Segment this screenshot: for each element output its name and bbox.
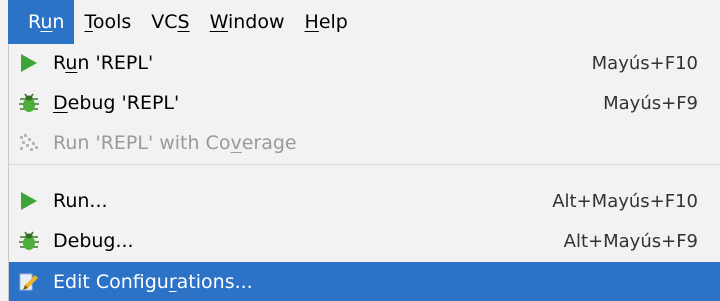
run-icon (17, 189, 41, 213)
debug-icon (17, 91, 41, 115)
menu-item-label: Run 'REPL' with Coverage (53, 132, 297, 154)
debug-icon (17, 229, 41, 253)
menu-help[interactable]: Help (295, 0, 358, 44)
run-icon (17, 51, 41, 75)
menu-item-run-repl[interactable]: Run 'REPL' Mayús+F10 (9, 44, 720, 82)
menu-tools[interactable]: Tools (74, 0, 141, 44)
edit-configurations-icon (17, 270, 41, 294)
menu-item-run[interactable]: Run... Alt+Mayús+F10 (9, 182, 720, 220)
menu-separator (9, 164, 720, 165)
run-menu-dropdown: Run 'REPL' Mayús+F10 Debug 'REPL' Mayús+… (8, 44, 720, 301)
coverage-icon (17, 131, 41, 155)
menu-item-label: Edit Configurations... (53, 270, 253, 293)
menu-item-label: Debug 'REPL' (53, 92, 180, 114)
menu-item-shortcut: Mayús+F10 (591, 52, 698, 74)
menu-bar: Run Tools VCS Window Help (0, 0, 720, 44)
menu-window[interactable]: Window (200, 0, 295, 44)
menu-vcs[interactable]: VCS (141, 0, 199, 44)
menu-run[interactable]: Run (8, 0, 75, 44)
menu-item-label: Run 'REPL' (53, 52, 154, 74)
menu-item-run-with-coverage[interactable]: Run 'REPL' with Coverage (9, 124, 720, 162)
menu-item-debug-repl[interactable]: Debug 'REPL' Mayús+F9 (9, 84, 720, 122)
menu-item-shortcut: Mayús+F9 (603, 92, 698, 114)
menu-item-shortcut: Alt+Mayús+F9 (563, 230, 698, 252)
menu-item-shortcut: Alt+Mayús+F10 (552, 190, 698, 212)
menu-item-label: Debug... (53, 230, 134, 252)
menu-item-label: Run... (53, 190, 108, 212)
menu-item-edit-configurations[interactable]: Edit Configurations... (9, 262, 720, 301)
menu-item-debug[interactable]: Debug... Alt+Mayús+F9 (9, 222, 720, 260)
